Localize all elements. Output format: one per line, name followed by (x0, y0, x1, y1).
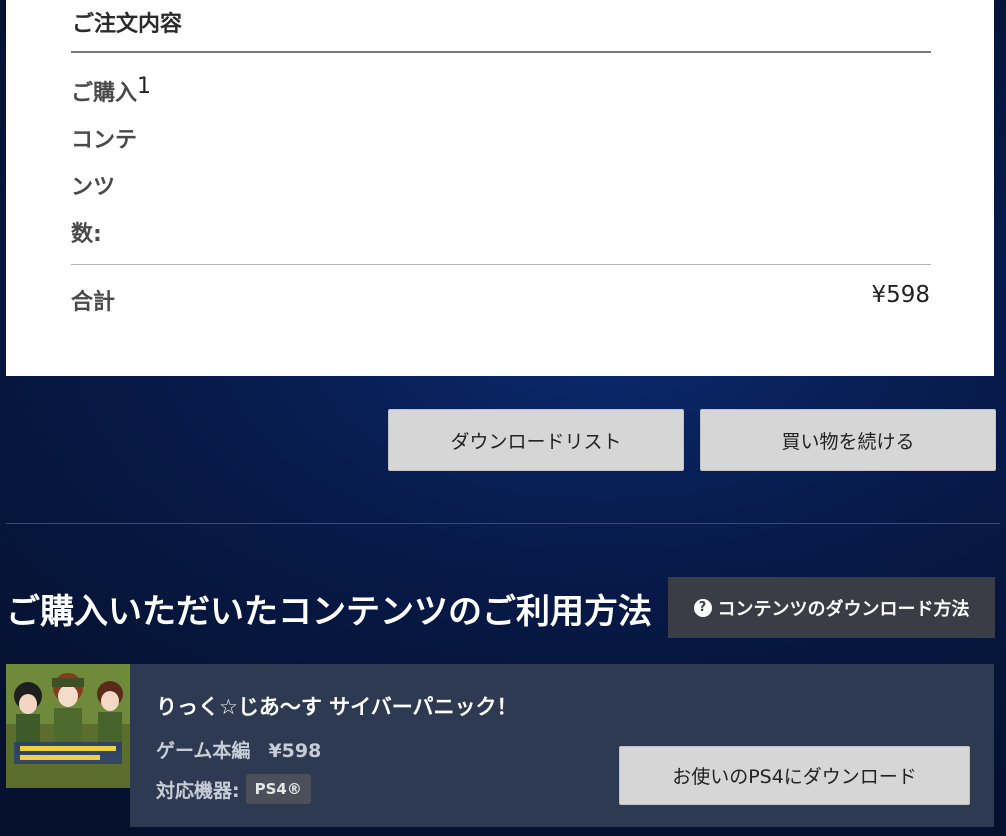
product-thumbnail (6, 664, 130, 788)
download-help-label: コンテンツのダウンロード方法 (717, 598, 970, 620)
download-help-button[interactable]: ? コンテンツのダウンロード方法 (668, 577, 995, 638)
question-circle-icon: ? (693, 598, 712, 617)
product-name: りっく☆じあ～す サイバーパニック！ (156, 695, 518, 719)
product-price: ¥598 (268, 740, 322, 762)
divider (71, 51, 931, 53)
order-summary-card: ご注文内容 ご購入コンテンツ数: 1 合計 ¥598 (6, 0, 994, 376)
order-title: ご注文内容 (72, 12, 183, 37)
product-panel: りっく☆じあ～す サイバーパニック！ ゲーム本編 ¥598 対応機器: PS4® … (130, 664, 994, 827)
divider (71, 264, 931, 265)
continue-shopping-button[interactable]: 買い物を続ける (700, 409, 996, 471)
product-meta: ゲーム本編 ¥598 (156, 736, 321, 763)
quantity-value: 1 (137, 74, 151, 99)
product-type: ゲーム本編 (156, 740, 251, 762)
platform-badge: PS4® (245, 774, 311, 804)
total-value: ¥598 (871, 282, 930, 308)
usage-section-title: ご購入いただいたコンテンツのご利用方法 (6, 592, 652, 632)
product-thumbnail-art (6, 664, 130, 788)
download-to-ps4-button[interactable]: お使いのPS4にダウンロード (619, 746, 970, 805)
platform-label: 対応機器: (156, 779, 240, 802)
section-divider (6, 523, 1000, 524)
total-label: 合計 (71, 290, 116, 315)
download-list-button[interactable]: ダウンロードリスト (388, 409, 684, 471)
platform-row: 対応機器: PS4® (156, 774, 311, 804)
quantity-label: ご購入コンテンツ数: (71, 81, 138, 247)
